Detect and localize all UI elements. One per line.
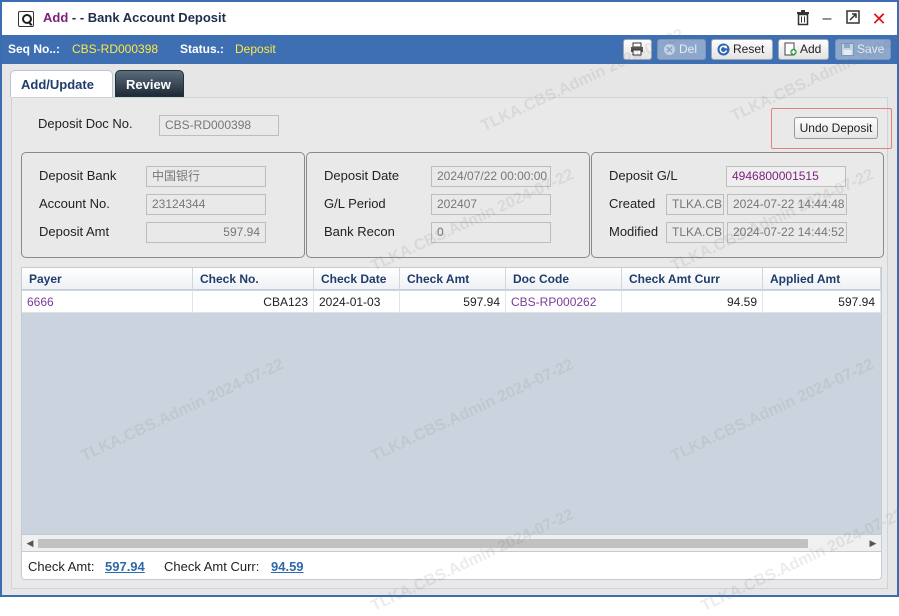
refresh-icon: [716, 43, 730, 57]
del-button[interactable]: Del: [657, 39, 706, 60]
seq-no-value: CBS-RD000398: [72, 42, 159, 56]
title-bar: Add - - Bank Account Deposit – ✕: [2, 2, 897, 35]
del-label: Del: [679, 42, 698, 56]
footer-check-amt-label: Check Amt:: [28, 559, 95, 574]
table-row[interactable]: 6666 CBA123 2024-01-03 597.94 CBS-RP0002…: [22, 291, 881, 313]
cell-payer[interactable]: 6666: [22, 291, 193, 313]
add-update-panel: Deposit Doc No. CBS-RD000398 Undo Deposi…: [11, 97, 892, 589]
column-header-check-amt[interactable]: Check Amt: [400, 268, 506, 290]
footer-check-amt-value[interactable]: 597.94: [105, 559, 145, 574]
delete-icon: [662, 43, 676, 57]
footer-check-amt-curr-value[interactable]: 94.59: [271, 559, 304, 574]
deposit-doc-field[interactable]: CBS-RD000398: [159, 115, 279, 136]
created-time-field[interactable]: 2024-07-22 14:44:48: [727, 194, 847, 215]
trash-icon[interactable]: [794, 10, 812, 28]
modified-time-field[interactable]: 2024-07-22 14:44:52: [727, 222, 847, 243]
floppy-disk-icon: [840, 43, 854, 57]
column-header-doc-code[interactable]: Doc Code: [506, 268, 622, 290]
deposit-doc-label: Deposit Doc No.: [38, 116, 133, 131]
reset-label: Reset: [733, 42, 765, 56]
cell-check-amt: 597.94: [400, 291, 506, 313]
print-button[interactable]: [623, 39, 652, 60]
save-label: Save: [857, 42, 885, 56]
status-bar: Seq No..: CBS-RD000398 Status.: Deposit …: [2, 35, 897, 64]
title-separator: - -: [68, 10, 88, 25]
deposit-gl-field[interactable]: 4946800001515: [726, 166, 846, 187]
account-no-label: Account No.: [39, 196, 110, 211]
bank-recon-field[interactable]: 0: [431, 222, 551, 243]
deposit-bank-label: Deposit Bank: [39, 168, 117, 183]
search-document-icon: [18, 11, 34, 27]
bank-recon-label: Bank Recon: [324, 224, 395, 239]
reset-button[interactable]: Reset: [711, 39, 773, 60]
gl-period-label: G/L Period: [324, 196, 386, 211]
deposit-gl-label: Deposit G/L: [609, 168, 678, 183]
title-mode: Add: [43, 10, 69, 25]
account-no-field[interactable]: 23124344: [146, 194, 266, 215]
tab-add-update[interactable]: Add/Update: [10, 70, 113, 97]
undo-deposit-button[interactable]: Undo Deposit: [794, 117, 878, 139]
cell-check-no: CBA123: [193, 291, 314, 313]
add-document-icon: [783, 42, 797, 56]
deposit-bank-field[interactable]: 中国银行: [146, 166, 266, 187]
modified-label: Modified: [609, 224, 659, 239]
scroll-right-icon[interactable]: ▶: [866, 536, 880, 550]
content-area: Add/Update Review Deposit Doc No. CBS-RD…: [2, 64, 897, 595]
title-text: Bank Account Deposit: [87, 10, 226, 25]
deposit-date-field[interactable]: 2024/07/22 00:00:00: [431, 166, 551, 187]
gl-period-field[interactable]: 202407: [431, 194, 551, 215]
maximize-icon[interactable]: [844, 10, 862, 28]
horizontal-scrollbar[interactable]: ◀ ▶: [21, 535, 882, 552]
date-info-group: Deposit Date 2024/07/22 00:00:00 G/L Per…: [306, 152, 590, 258]
save-button[interactable]: Save: [835, 39, 891, 60]
created-label: Created: [609, 196, 656, 211]
status-label: Status.:: [180, 42, 225, 56]
seq-no-label: Seq No..:: [8, 42, 61, 56]
bank-info-group: Deposit Bank 中国银行 Account No. 23124344 D…: [21, 152, 305, 258]
cell-applied-amt: 597.94: [763, 291, 881, 313]
cell-doc-code[interactable]: CBS-RP000262: [506, 291, 622, 313]
grid-header: Payer Check No. Check Date Check Amt Doc…: [22, 268, 881, 290]
scrollbar-thumb[interactable]: [38, 539, 808, 548]
add-label: Add: [800, 42, 822, 56]
column-header-applied-amt[interactable]: Applied Amt: [763, 268, 881, 290]
column-header-payer[interactable]: Payer: [22, 268, 193, 290]
footer-check-amt-curr-label: Check Amt Curr:: [164, 559, 260, 574]
bank-account-deposit-window: Add - - Bank Account Deposit – ✕ Seq No.…: [0, 0, 899, 615]
status-value: Deposit: [235, 42, 276, 56]
printer-icon: [630, 42, 644, 56]
deposit-amt-field[interactable]: 597.94: [146, 222, 266, 243]
column-header-check-no[interactable]: Check No.: [193, 268, 314, 290]
cell-check-amt-curr: 94.59: [622, 291, 763, 313]
modified-user-field[interactable]: TLKA.CB: [666, 222, 724, 243]
tab-review[interactable]: Review: [115, 70, 184, 97]
deposit-amt-label: Deposit Amt: [39, 224, 110, 239]
undo-deposit-highlight: Undo Deposit: [771, 108, 892, 149]
close-icon[interactable]: ✕: [870, 10, 888, 28]
created-user-field[interactable]: TLKA.CB: [666, 194, 724, 215]
column-header-check-date[interactable]: Check Date: [314, 268, 400, 290]
cell-check-date: 2024-01-03: [314, 291, 400, 313]
deposit-date-label: Deposit Date: [324, 168, 400, 183]
add-button[interactable]: Add: [778, 39, 829, 60]
scroll-left-icon[interactable]: ◀: [23, 536, 37, 550]
gl-info-group: Deposit G/L 4946800001515 Created TLKA.C…: [591, 152, 884, 258]
grid-footer: Check Amt: 597.94 Check Amt Curr: 94.59: [21, 552, 882, 580]
check-grid: Payer Check No. Check Date Check Amt Doc…: [21, 267, 882, 535]
minimize-icon[interactable]: –: [818, 10, 836, 28]
column-header-check-amt-curr[interactable]: Check Amt Curr: [622, 268, 763, 290]
window-title: Add - - Bank Account Deposit: [43, 10, 226, 25]
